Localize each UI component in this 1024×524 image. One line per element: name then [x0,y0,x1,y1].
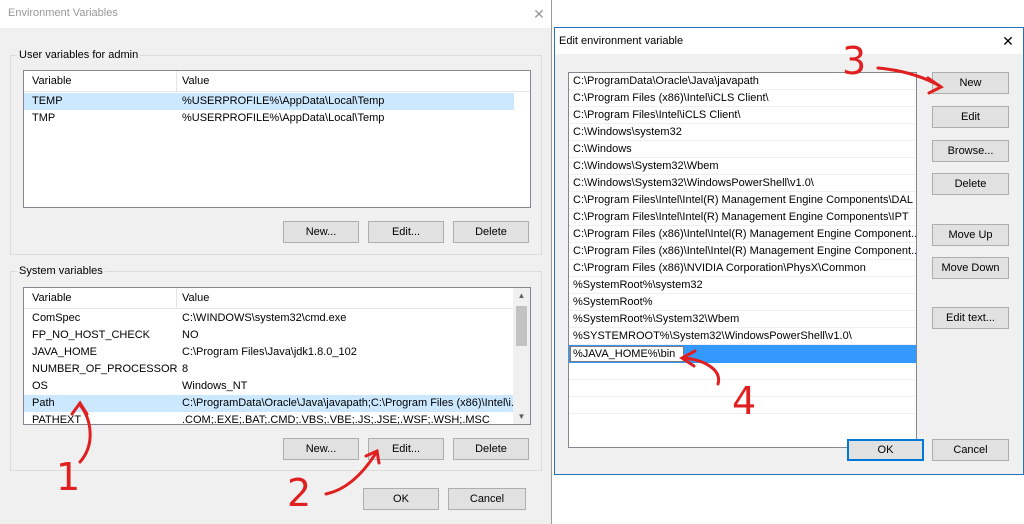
list-item[interactable]: C:\Program Files\Intel\iCLS Client\ [569,107,916,124]
title-bar: Environment Variables ✕ [0,0,551,28]
variable-cell: OS [32,380,48,392]
close-icon[interactable]: ✕ [997,31,1019,51]
system-edit-button[interactable]: Edit... [368,438,444,460]
edit-text-button[interactable]: Edit text... [932,307,1009,329]
value-cell: C:\Program Files\Java\jdk1.8.0_102 [182,346,357,358]
value-cell: .COM;.EXE;.BAT;.CMD;.VBS;.VBE;.JS;.JSE;.… [182,414,490,425]
list-header: Variable Value [24,288,530,309]
new-button[interactable]: New [932,72,1009,94]
ok-button[interactable]: OK [847,439,924,461]
list-item[interactable]: %SystemRoot%\System32\Wbem [569,311,916,328]
entry-edit-field[interactable] [570,346,684,362]
window-title: Environment Variables [8,7,118,19]
environment-variables-window: Environment Variables ✕ User variables f… [0,0,552,524]
list-item[interactable]: C:\Program Files\Intel\Intel(R) Manageme… [569,209,916,226]
value-cell: C:\ProgramData\Oracle\Java\javapath;C:\P… [182,397,516,409]
table-row[interactable]: FP_NO_HOST_CHECK NO [24,327,514,344]
list-item[interactable]: %SystemRoot% [569,294,916,311]
value-cell: %USERPROFILE%\AppData\Local\Temp [182,112,385,124]
empty-row [569,363,916,380]
move-down-button[interactable]: Move Down [932,257,1009,279]
variable-cell: NUMBER_OF_PROCESSORS [32,363,178,375]
annotation-number-3: 3 [842,39,867,83]
table-row[interactable]: TEMP %USERPROFILE%\AppData\Local\Temp [24,93,514,110]
vertical-scrollbar[interactable]: ▲ ▼ [513,288,530,424]
system-new-button[interactable]: New... [283,438,359,460]
ok-button[interactable]: OK [363,488,439,510]
variable-cell: TMP [32,112,56,124]
browse-button[interactable]: Browse... [932,140,1009,162]
table-row[interactable]: TMP %USERPROFILE%\AppData\Local\Temp [24,110,514,127]
window-title: Edit environment variable [559,35,684,47]
column-separator [176,288,177,308]
annotation-number-1: 1 [56,455,81,499]
list-item[interactable]: C:\Program Files (x86)\Intel\iCLS Client… [569,90,916,107]
user-variables-label: User variables for admin [17,49,141,61]
list-item[interactable]: %SystemRoot%\system32 [569,277,916,294]
column-separator [176,71,177,91]
user-new-button[interactable]: New... [283,221,359,243]
value-cell: C:\WINDOWS\system32\cmd.exe [182,312,347,324]
table-row[interactable]: NUMBER_OF_PROCESSORS 8 [24,361,514,378]
value-cell: Windows_NT [182,380,248,392]
value-cell: NO [182,329,199,341]
user-delete-button[interactable]: Delete [453,221,529,243]
variable-cell: PATHEXT [32,414,82,425]
selected-entry-row[interactable] [569,345,916,363]
column-header-variable[interactable]: Variable [28,71,178,91]
variable-cell: Path [32,397,55,409]
list-item[interactable]: C:\Windows [569,141,916,158]
list-item[interactable]: C:\Windows\System32\WindowsPowerShell\v1… [569,175,916,192]
column-header-value[interactable]: Value [178,71,518,91]
edit-button[interactable]: Edit [932,106,1009,128]
table-row[interactable]: ComSpec C:\WINDOWS\system32\cmd.exe [24,310,514,327]
table-row-path[interactable]: Path C:\ProgramData\Oracle\Java\javapath… [24,395,516,412]
system-variables-list[interactable]: Variable Value ComSpec C:\WINDOWS\system… [23,287,531,425]
list-item[interactable]: C:\Windows\System32\Wbem [569,158,916,175]
list-item[interactable]: C:\Program Files (x86)\NVIDIA Corporatio… [569,260,916,277]
list-header: Variable Value [24,71,530,92]
variable-cell: ComSpec [32,312,81,324]
table-row[interactable]: OS Windows_NT [24,378,514,395]
move-up-button[interactable]: Move Up [932,224,1009,246]
user-edit-button[interactable]: Edit... [368,221,444,243]
list-item[interactable]: C:\Program Files (x86)\Intel\Intel(R) Ma… [569,243,916,260]
column-header-variable[interactable]: Variable [28,288,178,308]
scrollbar-thumb[interactable] [516,306,527,346]
table-row[interactable]: JAVA_HOME C:\Program Files\Java\jdk1.8.0… [24,344,514,361]
list-item[interactable]: C:\Program Files (x86)\Intel\Intel(R) Ma… [569,226,916,243]
annotation-number-4: 4 [732,379,757,423]
chevron-down-icon[interactable]: ▼ [513,412,530,421]
variable-cell: TEMP [32,95,63,107]
cancel-button[interactable]: Cancel [448,488,526,510]
user-variables-list[interactable]: Variable Value TEMP %USERPROFILE%\AppDat… [23,70,531,208]
delete-button[interactable]: Delete [932,173,1009,195]
system-variables-label: System variables [17,265,105,277]
variable-cell: JAVA_HOME [32,346,97,358]
table-row[interactable]: PATHEXT .COM;.EXE;.BAT;.CMD;.VBS;.VBE;.J… [24,412,514,425]
list-item[interactable]: %SYSTEMROOT%\System32\WindowsPowerShell\… [569,328,916,345]
variable-cell: FP_NO_HOST_CHECK [32,329,150,341]
edit-environment-variable-window: Edit environment variable ✕ C:\ProgramDa… [554,27,1024,475]
chevron-up-icon[interactable]: ▲ [513,291,530,300]
title-bar: Edit environment variable ✕ [555,28,1023,54]
system-delete-button[interactable]: Delete [453,438,529,460]
list-item[interactable]: C:\Windows\system32 [569,124,916,141]
value-cell: 8 [182,363,189,375]
list-item[interactable]: C:\Program Files\Intel\Intel(R) Manageme… [569,192,916,209]
column-header-value[interactable]: Value [178,288,508,308]
value-cell: %USERPROFILE%\AppData\Local\Temp [182,95,385,107]
cancel-button[interactable]: Cancel [932,439,1009,461]
annotation-number-2: 2 [287,471,312,515]
close-icon[interactable]: ✕ [528,4,550,24]
